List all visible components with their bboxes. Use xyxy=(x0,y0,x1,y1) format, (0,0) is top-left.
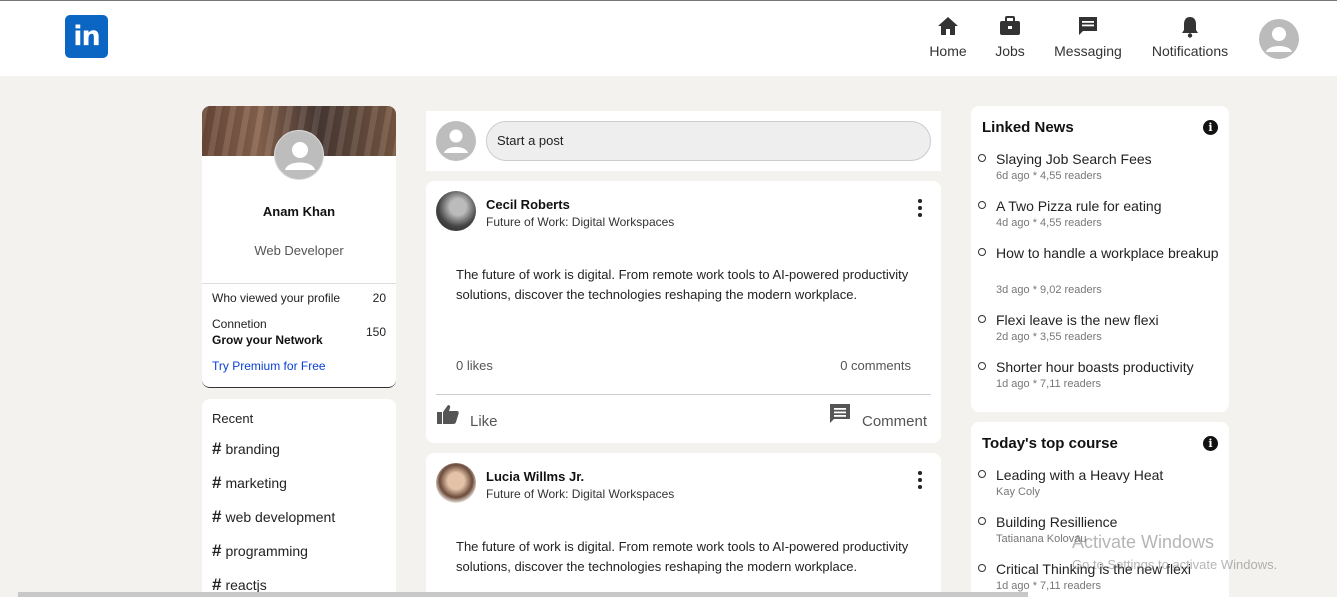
news-card: Linked News i Slaying Job Search Fees 6d… xyxy=(971,106,1229,412)
tag-label: marketing xyxy=(225,475,287,491)
comment-icon xyxy=(830,404,850,423)
person-icon xyxy=(285,142,315,170)
info-icon[interactable]: i xyxy=(1203,120,1218,135)
like-label: Like xyxy=(470,413,498,430)
course-item-title: Building Resillience xyxy=(996,514,1118,530)
recent-tag[interactable]: # marketing xyxy=(212,473,287,493)
user-avatar[interactable] xyxy=(1259,19,1299,59)
message-icon xyxy=(1053,15,1123,39)
bullet-icon xyxy=(978,564,986,572)
feed-post: Lucia Willms Jr. Future of Work: Digital… xyxy=(426,453,941,597)
activate-windows-subtext: Go to Settings to activate Windows. xyxy=(1072,557,1278,572)
linkedin-logo[interactable]: in xyxy=(65,15,108,58)
bullet-icon xyxy=(978,201,986,209)
logo-text: in xyxy=(73,21,100,52)
recent-card: Recent # branding # marketing # web develop… xyxy=(202,399,396,597)
connections-label[interactable]: Connetion xyxy=(212,317,267,331)
thumbs-up-icon xyxy=(437,405,459,424)
connections-count: 150 xyxy=(365,325,386,339)
likes-count[interactable]: 0 likes xyxy=(456,358,493,373)
nav-messaging[interactable]: Messaging xyxy=(1053,15,1123,65)
course-item-meta: 1d ago * 7,11 readers xyxy=(996,580,1101,592)
post-composer: Start a post xyxy=(426,111,941,171)
tag-label: branding xyxy=(225,441,280,457)
news-item-title: How to handle a workplace breakup xyxy=(996,245,1219,261)
nav-home[interactable]: Home xyxy=(928,15,968,65)
nav-notifications-label: Notifications xyxy=(1151,43,1229,59)
top-navbar: in Home Jobs Messaging Notifications xyxy=(0,1,1337,76)
course-item-meta: Kay Coly xyxy=(996,486,1041,498)
feed-post: Cecil Roberts Future of Work: Digital Wo… xyxy=(426,181,941,443)
recent-title: Recent xyxy=(212,411,254,426)
post-body: The future of work is digital. From remo… xyxy=(456,539,909,574)
bell-icon xyxy=(1150,15,1230,39)
news-item-title: Flexi leave is the new flexi xyxy=(996,312,1159,328)
tag-label: programming xyxy=(225,543,308,559)
hashtag-icon: # xyxy=(212,439,222,458)
more-options-icon[interactable] xyxy=(917,471,923,491)
hashtag-icon: # xyxy=(212,473,222,492)
bullet-icon xyxy=(978,154,986,162)
person-icon xyxy=(1266,27,1292,52)
horizontal-scrollbar[interactable] xyxy=(18,592,1028,597)
course-title: Today's top course xyxy=(982,435,1118,452)
grow-network-label[interactable]: Grow your Network xyxy=(212,333,323,347)
news-item-meta: 3d ago * 9,02 readers xyxy=(996,284,1102,296)
bullet-icon xyxy=(978,470,986,478)
post-author-avatar[interactable] xyxy=(436,191,476,231)
more-options-icon[interactable] xyxy=(917,199,923,219)
news-item-meta: 1d ago * 7,11 readers xyxy=(996,378,1101,390)
profile-avatar[interactable] xyxy=(274,130,324,180)
bullet-icon xyxy=(978,362,986,370)
recent-tag[interactable]: # branding xyxy=(212,439,280,459)
home-icon xyxy=(928,15,968,39)
post-author-name[interactable]: Cecil Roberts xyxy=(486,197,570,212)
try-premium-link[interactable]: Try Premium for Free xyxy=(212,359,326,373)
news-item-title: A Two Pizza rule for eating xyxy=(996,198,1162,214)
news-item-title: Slaying Job Search Fees xyxy=(996,151,1152,167)
bullet-icon xyxy=(978,315,986,323)
hashtag-icon: # xyxy=(212,541,222,560)
bullet-icon xyxy=(978,248,986,256)
person-icon xyxy=(444,129,468,153)
tag-label: web development xyxy=(225,509,336,525)
nav-jobs[interactable]: Jobs xyxy=(994,15,1026,65)
tag-label: reactjs xyxy=(225,577,267,593)
news-item-meta: 2d ago * 3,55 readers xyxy=(996,331,1102,343)
nav-messaging-label: Messaging xyxy=(1054,43,1122,59)
comment-label: Comment xyxy=(862,413,928,430)
start-post-input[interactable]: Start a post xyxy=(486,121,931,161)
post-body: The future of work is digital. From remo… xyxy=(456,267,909,302)
profile-card: Anam Khan Web Developer Who viewed your … xyxy=(202,106,396,388)
news-item-meta: 6d ago * 4,55 readers xyxy=(996,170,1102,182)
profile-viewers-label[interactable]: Who viewed your profile xyxy=(212,291,340,305)
nav-jobs-label: Jobs xyxy=(995,43,1025,59)
comments-count[interactable]: 0 comments xyxy=(840,358,911,373)
post-author-avatar[interactable] xyxy=(436,463,476,503)
news-title: Linked News xyxy=(982,119,1074,136)
bullet-icon xyxy=(978,517,986,525)
like-button[interactable]: Like xyxy=(436,403,498,433)
news-item-meta: 4d ago * 4,55 readers xyxy=(996,217,1102,229)
divider xyxy=(436,394,931,395)
briefcase-icon xyxy=(994,15,1026,39)
post-author-subtitle: Future of Work: Digital Workspaces xyxy=(486,487,675,501)
composer-avatar xyxy=(436,121,476,161)
hashtag-icon: # xyxy=(212,507,222,526)
course-item-title: Leading with a Heavy Heat xyxy=(996,467,1164,483)
post-author-name[interactable]: Lucia Willms Jr. xyxy=(486,469,584,484)
info-icon[interactable]: i xyxy=(1203,436,1218,451)
profile-viewers-count: 20 xyxy=(372,291,386,305)
profile-title: Web Developer xyxy=(254,243,344,258)
divider xyxy=(202,283,396,284)
profile-name[interactable]: Anam Khan xyxy=(202,204,396,219)
nav-notifications[interactable]: Notifications xyxy=(1150,15,1230,65)
nav-home-label: Home xyxy=(929,43,967,59)
news-item-title: Shorter hour boasts productivity xyxy=(996,359,1194,375)
recent-tag[interactable]: # web development xyxy=(212,507,335,527)
post-author-subtitle: Future of Work: Digital Workspaces xyxy=(486,215,675,229)
activate-windows-watermark: Activate Windows xyxy=(1072,532,1215,552)
comment-button[interactable]: Comment xyxy=(829,403,939,433)
recent-tag[interactable]: # programming xyxy=(212,541,308,561)
